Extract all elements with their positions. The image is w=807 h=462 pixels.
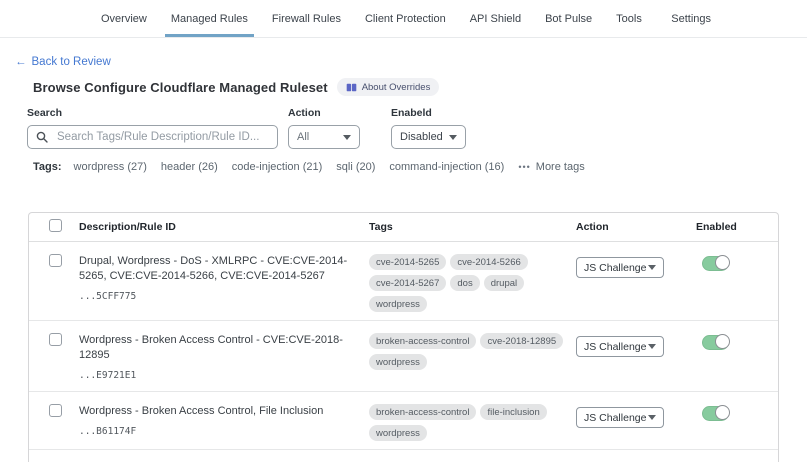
- action-filter-select[interactable]: All: [288, 125, 360, 149]
- row-checkbox[interactable]: [49, 333, 62, 346]
- tag-pill: cve-2014-5266: [450, 254, 527, 270]
- top-nav: Overview Managed Rules Firewall Rules Cl…: [0, 0, 807, 38]
- tag-pill: wordpress: [369, 425, 427, 441]
- more-tags-button[interactable]: ••• More tags: [518, 161, 584, 173]
- table-row: Drupal, Wordpress - DoS - XMLRPC - CVE:C…: [29, 242, 778, 321]
- chevron-down-icon: [449, 135, 457, 140]
- page-header: Browse Configure Cloudflare Managed Rule…: [33, 78, 439, 96]
- chevron-down-icon: [648, 265, 656, 270]
- table-header-row: Description/Rule ID Tags Action Enabled: [29, 213, 778, 242]
- rule-enabled-toggle[interactable]: [702, 335, 729, 350]
- rule-action-value: JS Challenge: [584, 412, 646, 424]
- page-title: Browse Configure Cloudflare Managed Rule…: [33, 80, 328, 95]
- tab-bot-pulse[interactable]: Bot Pulse: [539, 0, 598, 37]
- tag-pill: broken-access-control: [369, 404, 476, 420]
- enabled-filter-value: Disabled: [400, 131, 443, 143]
- arrow-left-icon: ←: [15, 56, 27, 68]
- more-tags-label: More tags: [536, 161, 585, 173]
- row-checkbox[interactable]: [49, 254, 62, 267]
- chevron-down-icon: [648, 415, 656, 420]
- select-all-checkbox[interactable]: [49, 219, 62, 232]
- tag-filter-header[interactable]: header (26): [161, 161, 218, 173]
- action-filter-value: All: [297, 131, 309, 143]
- rule-id: ...5CFF775: [79, 291, 353, 302]
- search-icon: [36, 131, 48, 143]
- toggle-knob: [715, 405, 730, 420]
- tag-pill: wordpress: [369, 296, 427, 312]
- tag-pill: cve-2014-5267: [369, 275, 446, 291]
- rule-description: Wordpress - Broken Access Control, File …: [79, 404, 353, 419]
- table-row: Wordpress - Broken Access Control - CVE:…: [29, 321, 778, 392]
- rule-id: ...E9721E1: [79, 370, 353, 381]
- rule-description: Drupal, Wordpress - DoS - XMLRPC - CVE:C…: [79, 254, 353, 284]
- book-icon: [346, 83, 357, 92]
- about-badge-label: About Overrides: [362, 82, 431, 93]
- tab-firewall-rules[interactable]: Firewall Rules: [266, 0, 347, 37]
- tab-tools[interactable]: Tools: [610, 0, 648, 37]
- tag-filter-sqli[interactable]: sqli (20): [336, 161, 375, 173]
- rule-action-value: JS Challenge: [584, 262, 646, 274]
- rule-tags: broken-access-controlcve-2018-12895 wordp…: [369, 321, 576, 391]
- action-filter-label: Action: [288, 107, 360, 119]
- about-overrides-badge[interactable]: About Overrides: [337, 78, 440, 96]
- row-checkbox[interactable]: [49, 404, 62, 417]
- tag-pill: cve-2018-12895: [480, 333, 563, 349]
- rule-action-value: JS Challenge: [584, 341, 646, 353]
- tab-settings[interactable]: Settings: [671, 0, 711, 37]
- tag-filter-command-injection[interactable]: command-injection (16): [389, 161, 504, 173]
- enabled-filter-select[interactable]: Disabled: [391, 125, 466, 149]
- enabled-filter-label: Enabeld: [391, 107, 466, 119]
- rule-action-select[interactable]: JS Challenge: [576, 336, 664, 357]
- tab-managed-rules[interactable]: Managed Rules: [165, 0, 254, 37]
- table-body: Drupal, Wordpress - DoS - XMLRPC - CVE:C…: [29, 242, 778, 462]
- filters-bar: Search Action All Enabeld Disabled: [0, 107, 807, 149]
- cloudflare-managed-ruleset-page: Overview Managed Rules Firewall Rules Cl…: [0, 0, 807, 462]
- back-to-review-link[interactable]: ← Back to Review: [15, 56, 111, 68]
- table-row: Wordpress - Broken Access Control - Upda…: [29, 450, 778, 462]
- chevron-down-icon: [648, 344, 656, 349]
- search-label: Search: [27, 107, 278, 119]
- rule-tags: cve-2014-5265cve-2014-5266cve-2014-5267d…: [369, 242, 576, 320]
- column-header-action: Action: [576, 221, 694, 233]
- tag-pill: cve-2014-5265: [369, 254, 446, 270]
- tags-bar: Tags: wordpress (27) header (26) code-in…: [33, 161, 585, 173]
- rule-action-select[interactable]: JS Challenge: [576, 407, 664, 428]
- tag-filter-code-injection[interactable]: code-injection (21): [232, 161, 323, 173]
- ellipsis-icon: •••: [518, 162, 530, 172]
- rule-description: Wordpress - Broken Access Control - CVE:…: [79, 333, 353, 363]
- tag-pill: broken-access-control: [369, 333, 476, 349]
- rules-table: Description/Rule ID Tags Action Enabled …: [28, 212, 779, 462]
- rule-enabled-toggle[interactable]: [702, 406, 729, 421]
- tag-pill: file-inclusion: [480, 404, 546, 420]
- tags-bar-label: Tags:: [33, 161, 62, 173]
- search-input[interactable]: [27, 125, 278, 149]
- rule-action-select[interactable]: JS Challenge: [576, 257, 664, 278]
- column-header-tags: Tags: [369, 221, 576, 233]
- tag-filter-wordpress[interactable]: wordpress (27): [74, 161, 147, 173]
- tag-pill: wordpress: [369, 354, 427, 370]
- table-row: Wordpress - Broken Access Control, File …: [29, 392, 778, 450]
- chevron-down-icon: [343, 135, 351, 140]
- rule-enabled-toggle[interactable]: [702, 256, 729, 271]
- tag-pill: dos: [450, 275, 479, 291]
- rule-id: ...B61174F: [79, 426, 353, 437]
- back-link-label: Back to Review: [32, 56, 111, 68]
- tab-client-protection[interactable]: Client Protection: [359, 0, 452, 37]
- tab-api-shield[interactable]: API Shield: [464, 0, 527, 37]
- column-header-description: Description/Rule ID: [79, 221, 369, 233]
- toggle-knob: [715, 334, 730, 349]
- rule-tags: broken-access-controlwordpress: [369, 450, 576, 462]
- rule-tags: broken-access-controlfile-inclusion wordp…: [369, 392, 576, 449]
- tag-pill: drupal: [484, 275, 524, 291]
- toggle-knob: [715, 255, 730, 270]
- column-header-enabled: Enabled: [694, 221, 780, 233]
- tab-overview[interactable]: Overview: [95, 0, 153, 37]
